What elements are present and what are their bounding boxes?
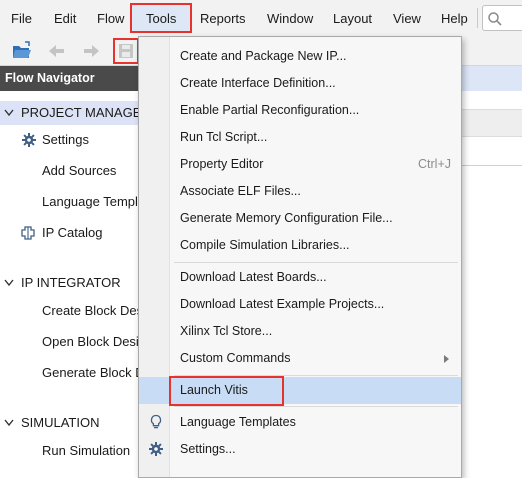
menu-reports[interactable]: Reports [200, 10, 246, 28]
save-button[interactable] [113, 38, 139, 64]
nav-item-run-simulation[interactable]: Run Simulation [42, 441, 140, 461]
section-ip-integrator[interactable]: IP INTEGRATOR [0, 273, 140, 293]
menu-item-settings[interactable]: Settings... [139, 436, 461, 463]
save-icon [119, 44, 133, 58]
menu-help[interactable]: Help [441, 10, 468, 28]
menu-item-label: Property Editor [180, 157, 264, 171]
ip-catalog-icon [21, 226, 35, 240]
menu-layout[interactable]: Layout [333, 10, 372, 28]
section-label: PROJECT MANAGER [21, 105, 140, 120]
nav-item-ip-catalog[interactable]: IP Catalog [0, 223, 140, 243]
menu-view[interactable]: View [393, 10, 421, 28]
menu-item-property-editor[interactable]: Property Editor Ctrl+J [139, 151, 461, 178]
menu-item-label: Associate ELF Files... [180, 184, 301, 198]
menu-item-label: Language Templates [180, 415, 296, 429]
menu-window[interactable]: Window [267, 10, 313, 28]
menu-tools-label: Tools [146, 11, 177, 26]
nav-item-language-templates[interactable]: Language Templa [42, 192, 140, 212]
nav-item-generate-block-design[interactable]: Generate Block D [42, 363, 140, 383]
open-folder-icon[interactable] [11, 41, 33, 61]
menu-item-label: Create and Package New IP... [180, 49, 347, 63]
tools-menu-dropdown: Create and Package New IP... Create Inte… [138, 36, 462, 478]
gear-icon [22, 133, 36, 147]
menu-file[interactable]: File [11, 10, 32, 28]
menu-item-associate-elf-files[interactable]: Associate ELF Files... [139, 178, 461, 205]
nav-item-settings[interactable]: Settings [0, 130, 140, 150]
menu-item-custom-commands[interactable]: Custom Commands [139, 345, 461, 372]
nav-item-open-block-design[interactable]: Open Block Desig [42, 332, 140, 352]
nav-item-label: IP Catalog [42, 225, 103, 240]
nav-item-add-sources[interactable]: Add Sources [42, 161, 140, 181]
menu-item-label: Compile Simulation Libraries... [180, 238, 350, 252]
menu-tools[interactable]: Tools [130, 3, 192, 33]
search-icon [488, 12, 502, 26]
menu-separator [174, 406, 458, 407]
menu-item-label: Enable Partial Reconfiguration... [180, 103, 360, 117]
menu-divider [477, 8, 478, 28]
lightbulb-icon [150, 414, 162, 429]
menu-edit[interactable]: Edit [54, 10, 76, 28]
section-label: SIMULATION [21, 415, 100, 430]
nav-item-create-block-design[interactable]: Create Block Desi [42, 301, 140, 321]
menu-item-enable-partial-reconfiguration[interactable]: Enable Partial Reconfiguration... [139, 97, 461, 124]
menu-item-label: Download Latest Example Projects... [180, 297, 385, 311]
menu-item-language-templates[interactable]: Language Templates [139, 409, 461, 436]
menu-item-shortcut: Ctrl+J [418, 157, 451, 171]
menu-item-label: Settings... [180, 442, 236, 456]
flow-navigator-title: Flow Navigator [0, 66, 140, 91]
menu-item-compile-simulation-libraries[interactable]: Compile Simulation Libraries... [139, 232, 461, 259]
menu-item-label: Create Interface Definition... [180, 76, 336, 90]
section-project-manager[interactable]: PROJECT MANAGER [0, 103, 140, 123]
menu-separator [174, 262, 458, 263]
submenu-arrow-icon [444, 355, 449, 363]
menu-item-label: Xilinx Tcl Store... [180, 324, 273, 338]
menu-item-download-latest-boards[interactable]: Download Latest Boards... [139, 264, 461, 291]
section-simulation[interactable]: SIMULATION [0, 413, 140, 433]
menu-flow[interactable]: Flow [97, 10, 124, 28]
chevron-down-icon [4, 419, 14, 427]
menu-item-run-tcl-script[interactable]: Run Tcl Script... [139, 124, 461, 151]
chevron-down-icon [4, 279, 14, 287]
nav-item-label: Settings [42, 132, 89, 147]
menu-item-xilinx-tcl-store[interactable]: Xilinx Tcl Store... [139, 318, 461, 345]
menu-item-generate-memory-configuration[interactable]: Generate Memory Configuration File... [139, 205, 461, 232]
menu-item-label: Run Tcl Script... [180, 130, 268, 144]
menu-item-label: Custom Commands [180, 351, 291, 365]
section-label: IP INTEGRATOR [21, 275, 121, 290]
menu-item-create-interface-definition[interactable]: Create Interface Definition... [139, 70, 461, 97]
chevron-down-icon [4, 109, 14, 117]
menu-item-label: Download Latest Boards... [180, 270, 327, 284]
quick-access-search[interactable] [482, 5, 522, 31]
menu-item-label: Generate Memory Configuration File... [180, 211, 393, 225]
undo-icon[interactable] [46, 41, 68, 61]
menu-item-download-example-projects[interactable]: Download Latest Example Projects... [139, 291, 461, 318]
menu-bar: File Edit Flow Tools Reports Window Layo… [0, 0, 522, 36]
gear-icon [149, 442, 163, 456]
annotation-highlight-box [169, 376, 284, 406]
redo-icon[interactable] [80, 41, 102, 61]
menu-item-create-package-ip[interactable]: Create and Package New IP... [139, 43, 461, 70]
